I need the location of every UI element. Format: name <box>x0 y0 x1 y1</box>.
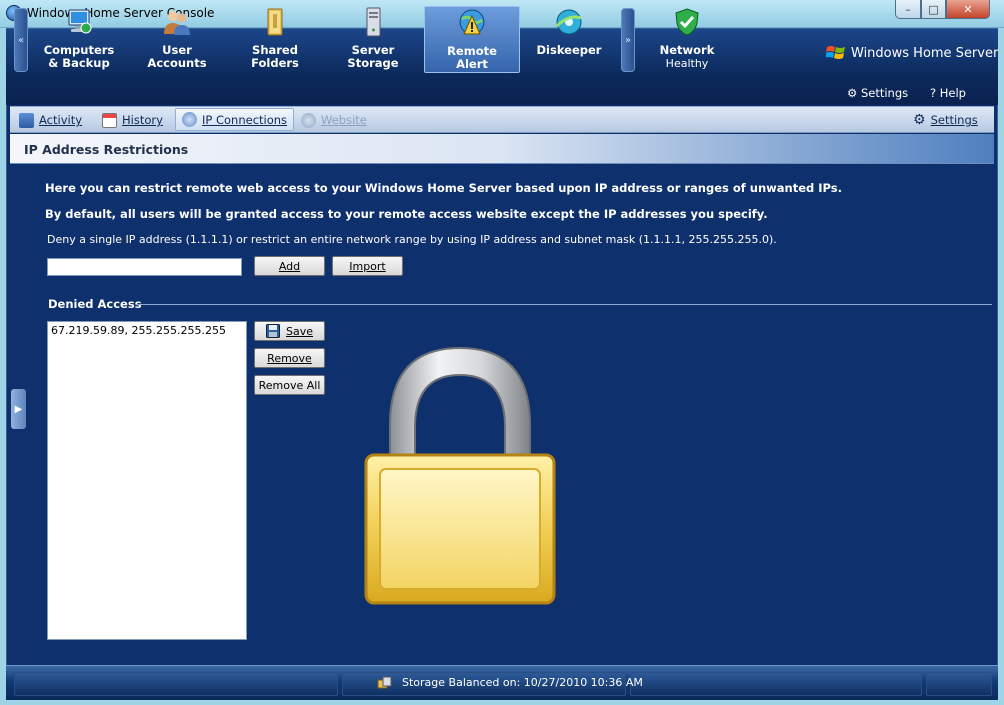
nav-item-server-storage[interactable]: Server Storage <box>325 6 421 73</box>
nav-item-shared-folders[interactable]: Shared Folders <box>227 6 323 73</box>
tab-history[interactable]: History <box>96 109 169 131</box>
gear-icon: ⚙ <box>913 112 926 128</box>
add-button[interactable]: Add <box>254 256 325 276</box>
windows-logo-icon <box>826 46 845 59</box>
tab-ip-connections[interactable]: IP Connections <box>175 108 295 131</box>
tab-website-label: Website <box>321 113 367 127</box>
status-segment-right <box>630 672 922 696</box>
tab-history-label: History <box>122 113 163 127</box>
help-icon: ? <box>930 86 937 100</box>
tab-activity-label: Activity <box>39 113 83 127</box>
top-help-link[interactable]: ? Help <box>930 86 966 100</box>
tab-settings[interactable]: ⚙ Settings <box>907 109 984 131</box>
nav-item-network-health[interactable]: Network Healthy <box>639 6 735 73</box>
divider <box>136 304 992 305</box>
tab-settings-label: Settings <box>930 113 978 127</box>
top-settings-label: Settings <box>860 86 909 100</box>
expand-panel-handle[interactable]: ▶ <box>11 389 26 429</box>
nav-item-label-line2: Alert <box>456 57 488 71</box>
remove-all-button[interactable]: Remove All <box>254 375 325 395</box>
hint-text: Deny a single IP address (1.1.1.1) or re… <box>47 233 777 246</box>
section-header: IP Address Restrictions <box>10 134 994 164</box>
page-title: IP Address Restrictions <box>24 142 189 157</box>
intro-text-2: By default, all users will be granted ac… <box>45 207 768 221</box>
save-button-label: Save <box>285 324 313 338</box>
diskeeper-icon <box>555 9 582 35</box>
ip-icon <box>182 112 197 127</box>
list-item[interactable]: 67.219.59.89, 255.255.255.255 <box>51 324 243 337</box>
save-button[interactable]: Save <box>254 321 325 341</box>
denied-access-list[interactable]: 67.219.59.89, 255.255.255.255 <box>47 321 247 640</box>
remove-all-button-label: Remove All <box>258 378 321 392</box>
status-segment-left <box>14 672 338 696</box>
top-settings-link[interactable]: ⚙ Settings <box>847 86 908 100</box>
status-text: Storage Balanced on: 10/27/2010 10:36 AM <box>402 676 643 689</box>
website-icon <box>301 112 316 128</box>
tab-ip-connections-label: IP Connections <box>202 112 288 127</box>
server-icon <box>366 7 381 37</box>
network-status-text: Healthy <box>665 57 709 70</box>
users-icon <box>164 11 190 35</box>
nav-item-remote-alert[interactable]: Remote Alert <box>424 6 520 73</box>
floppy-disk-icon <box>265 324 280 338</box>
globe-alert-icon <box>459 9 485 35</box>
nav-item-label-line1: Diskeeper <box>536 43 602 57</box>
storage-balanced-icon <box>377 676 392 689</box>
intro-text-1: Here you can restrict remote web access … <box>45 181 842 195</box>
denied-access-label: Denied Access <box>48 297 142 311</box>
calendar-icon <box>102 112 117 128</box>
tab-activity[interactable]: Activity <box>13 109 88 131</box>
nav-item-label-line2: Storage <box>347 56 399 70</box>
folder-icon <box>267 8 283 36</box>
remove-button[interactable]: Remove <box>254 348 325 368</box>
add-button-label: Add <box>278 259 301 273</box>
import-button-label: Import <box>349 259 386 273</box>
nav-item-diskeeper[interactable]: Diskeeper <box>521 6 617 73</box>
top-help-label: Help <box>939 86 966 100</box>
padlock-icon <box>364 346 556 605</box>
remove-button-label: Remove <box>267 351 312 365</box>
close-button[interactable]: ✕ <box>946 0 990 19</box>
brand-name: Windows Home Server <box>851 46 999 61</box>
gear-icon: ⚙ <box>847 86 858 100</box>
maximize-button[interactable]: □ <box>921 0 946 19</box>
nav-item-user-accounts[interactable]: User Accounts <box>129 6 225 73</box>
nav-scroll-left-button[interactable]: « <box>14 8 28 72</box>
nav-item-label-line2: Accounts <box>147 56 207 70</box>
nav-item-label-line1: Network <box>659 43 715 57</box>
computer-icon <box>68 9 92 34</box>
activity-icon <box>19 112 34 128</box>
tab-website[interactable]: Website <box>295 109 373 131</box>
nav-item-computers-backup[interactable]: Computers & Backup <box>31 6 127 73</box>
nav-item-label-line2: & Backup <box>48 56 110 70</box>
nav-item-label-line2: Folders <box>251 56 299 70</box>
status-segment-end <box>926 672 992 696</box>
shield-check-icon <box>675 8 699 36</box>
minimize-button[interactable]: – <box>895 0 921 19</box>
nav-scroll-right-button[interactable]: » <box>621 8 635 72</box>
ip-address-input[interactable] <box>47 258 242 276</box>
import-button[interactable]: Import <box>332 256 403 276</box>
